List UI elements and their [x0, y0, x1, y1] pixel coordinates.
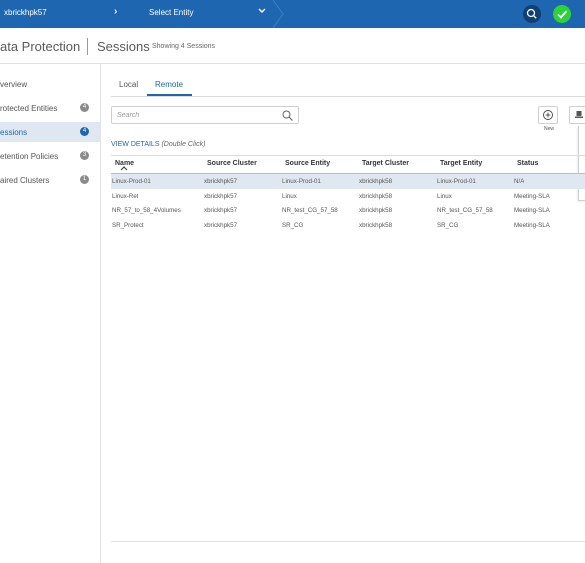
cell-source-entity: Linux-Prod-01 — [282, 178, 321, 185]
cell-target-cluster: xbrickhpk58 — [359, 178, 393, 185]
sidebar-item-label: verview — [0, 80, 28, 89]
tabs-divider — [111, 96, 585, 97]
cell-name: SR_Protect — [112, 221, 144, 229]
sidebar-item-label: etention Policies — [0, 152, 59, 161]
column-header-source-cluster[interactable]: Source Cluster — [207, 160, 257, 167]
cell-status: Meeting-SLA — [514, 207, 550, 214]
table-row[interactable]: Linux-Ret xbrickhpk57 Linux xbrickhpk58 … — [111, 189, 585, 204]
sidebar-item-protected-entities[interactable]: rotected Entities 4 — [0, 98, 100, 118]
cell-status: Meeting-SLA — [514, 221, 550, 229]
actions-menu-button[interactable] — [569, 106, 585, 124]
chevron-down-icon[interactable] — [258, 7, 266, 15]
cell-status: Meeting-SLA — [514, 192, 550, 200]
cell-target-cluster: xbrickhpk58 — [359, 207, 393, 214]
cell-source-cluster: xbrickhpk57 — [204, 178, 238, 185]
cell-name: Linux-Prod-01 — [112, 178, 151, 185]
cell-source-entity: SR_CG — [282, 221, 304, 229]
column-header-target-entity[interactable]: Target Entity — [440, 160, 482, 167]
global-search-button[interactable] — [523, 5, 541, 23]
cell-status: N/A — [514, 178, 525, 185]
top-bar: xbrickhpk57 › Select Entity — [0, 0, 585, 28]
breadcrumb-separator-end — [273, 0, 284, 28]
cell-target-entity: Linux — [437, 192, 452, 200]
search-box — [111, 106, 299, 124]
sort-ascending-icon[interactable] — [120, 166, 128, 171]
cell-target-entity: Linux-Prod-01 — [437, 178, 476, 185]
sidebar-item-label: aired Clusters — [0, 176, 50, 185]
new-session-button[interactable] — [538, 106, 558, 124]
table-row[interactable]: SR_Protect xbrickhpk57 SR_CG xbrickhpk58… — [111, 218, 585, 233]
view-details-label[interactable]: VIEW DETAILS — [111, 141, 160, 148]
cell-target-entity: NR_test_CG_57_58 — [437, 207, 493, 214]
search-icon[interactable] — [282, 110, 293, 121]
chevron-right-icon[interactable]: › — [114, 6, 117, 17]
cluster-breadcrumb[interactable]: xbrickhpk57 — [4, 8, 47, 17]
entity-selector[interactable]: Select Entity — [149, 8, 193, 17]
cell-target-cluster: xbrickhpk58 — [359, 192, 393, 200]
table-row[interactable]: NR_57_to_58_4Volumes xbrickhpk57 NR_test… — [111, 203, 585, 218]
cell-name: Linux-Ret — [112, 192, 139, 200]
sidebar-item-label: rotected Entities — [0, 104, 58, 113]
cell-source-entity: NR_test_CG_57_58 — [282, 207, 338, 214]
tab-remote[interactable]: Remote — [155, 80, 183, 89]
document-icon — [575, 111, 583, 118]
column-header-status[interactable]: Status — [517, 160, 538, 167]
sidebar: verview rotected Entities 4 essions 4 et… — [0, 64, 101, 563]
sidebar-item-sessions[interactable]: essions 4 — [0, 122, 100, 142]
cell-target-cluster: xbrickhpk58 — [359, 221, 393, 229]
column-header-target-cluster[interactable]: Target Cluster — [362, 160, 409, 167]
health-status-button[interactable] — [553, 5, 571, 23]
sessions-table: Name Source Cluster Source Entity Target… — [111, 155, 585, 232]
sidebar-item-label: essions — [0, 128, 28, 137]
sidebar-item-paired-clusters[interactable]: aired Clusters 1 — [0, 170, 100, 190]
new-button-label: New — [544, 126, 555, 132]
cell-target-entity: SR_CG — [437, 221, 459, 229]
add-circle-icon — [543, 110, 553, 120]
count-badge: 4 — [80, 103, 89, 112]
count-badge: 1 — [80, 175, 89, 184]
search-icon — [526, 8, 537, 19]
cell-source-cluster: xbrickhpk57 — [204, 192, 238, 200]
search-input[interactable] — [117, 110, 267, 121]
table-header: Name Source Cluster Source Entity Target… — [111, 155, 585, 174]
view-details[interactable]: VIEW DETAILS (Double Click) — [111, 141, 205, 148]
cell-source-cluster: xbrickhpk57 — [204, 221, 238, 229]
page-title: ata Protection — [0, 39, 81, 54]
sidebar-item-overview[interactable]: verview — [0, 74, 100, 94]
footer-divider — [111, 541, 585, 542]
cell-source-entity: Linux — [282, 192, 297, 200]
count-badge: 3 — [80, 151, 89, 160]
title-divider — [87, 38, 88, 55]
count-badge: 4 — [80, 127, 89, 136]
cell-source-cluster: xbrickhpk57 — [204, 207, 238, 214]
session-count: Showing 4 Sessions — [152, 43, 216, 50]
checkmark-icon — [557, 10, 568, 19]
tab-local[interactable]: Local — [119, 80, 138, 89]
sidebar-item-retention-policies[interactable]: etention Policies 3 — [0, 146, 100, 166]
table-row[interactable]: Linux-Prod-01 xbrickhpk57 Linux-Prod-01 … — [111, 174, 585, 189]
section-title: Sessions — [97, 39, 150, 54]
view-details-hint: (Double Click) — [161, 141, 206, 148]
cell-name: NR_57_to_58_4Volumes — [112, 207, 181, 214]
column-header-source-entity[interactable]: Source Entity — [285, 160, 330, 167]
